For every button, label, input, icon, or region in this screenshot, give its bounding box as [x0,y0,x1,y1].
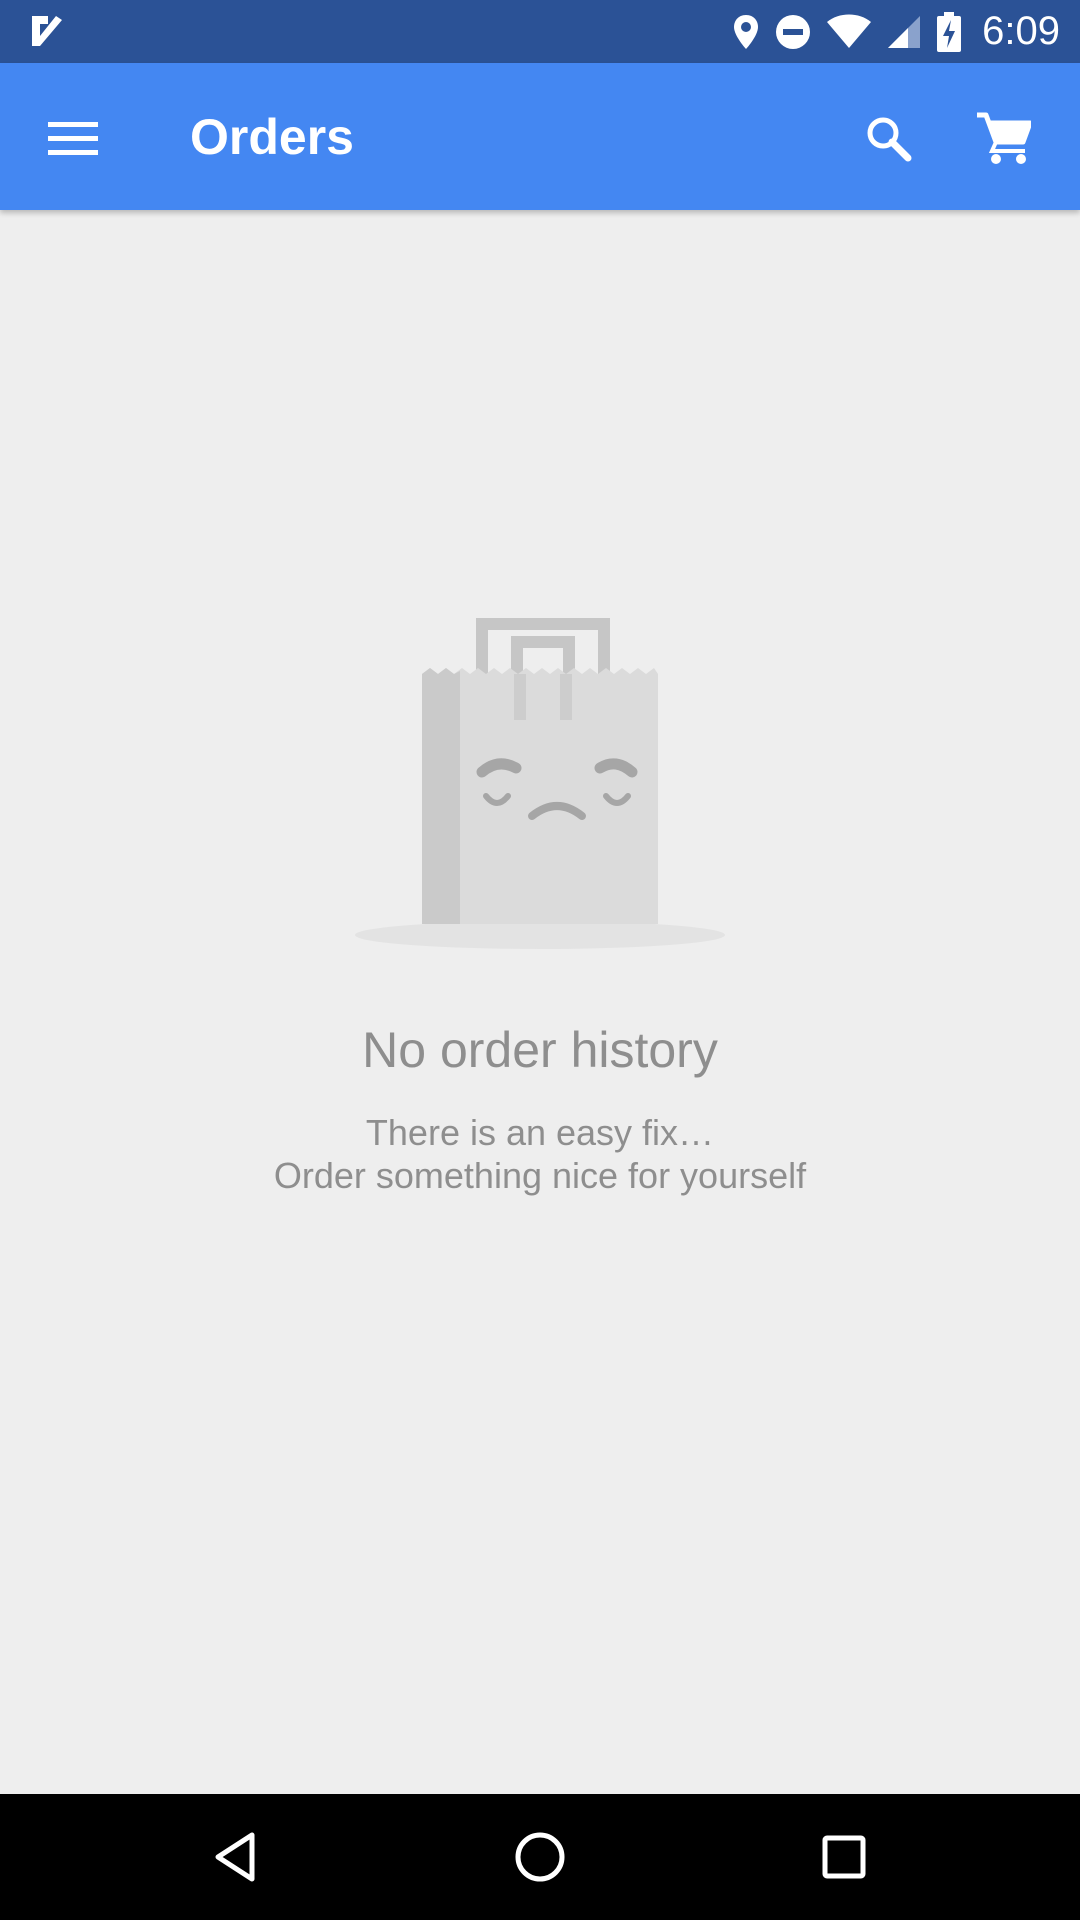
do-not-disturb-icon [774,13,812,51]
menu-button[interactable] [38,103,108,173]
battery-charging-icon [936,11,962,52]
location-icon [732,13,760,51]
back-button[interactable] [201,1822,271,1892]
navigation-bar [0,1794,1080,1920]
status-time: 6:09 [982,9,1060,53]
cart-icon [975,111,1031,165]
orders-screen: 6:09 Orders No order history There is an… [0,0,1080,1920]
home-icon [514,1831,566,1883]
home-button[interactable] [505,1822,575,1892]
back-icon [212,1831,260,1883]
check-notification-icon [30,12,66,50]
signal-icon [886,14,922,50]
app-bar: Orders [0,63,1080,210]
search-icon [864,114,912,162]
sad-shopping-bag-icon [350,610,730,980]
empty-state-message-line2: Order something nice for yourself [273,1155,807,1196]
recents-button[interactable] [809,1822,879,1892]
empty-state-title: No order history [362,1022,718,1078]
menu-icon [48,120,98,156]
wifi-icon [826,14,872,50]
recents-icon [821,1834,867,1880]
cart-button[interactable] [968,103,1038,173]
empty-state-message-line1: There is an easy fix… [365,1112,715,1153]
search-button[interactable] [853,103,923,173]
page-title: Orders [190,109,354,165]
status-bar: 6:09 [0,0,1080,63]
